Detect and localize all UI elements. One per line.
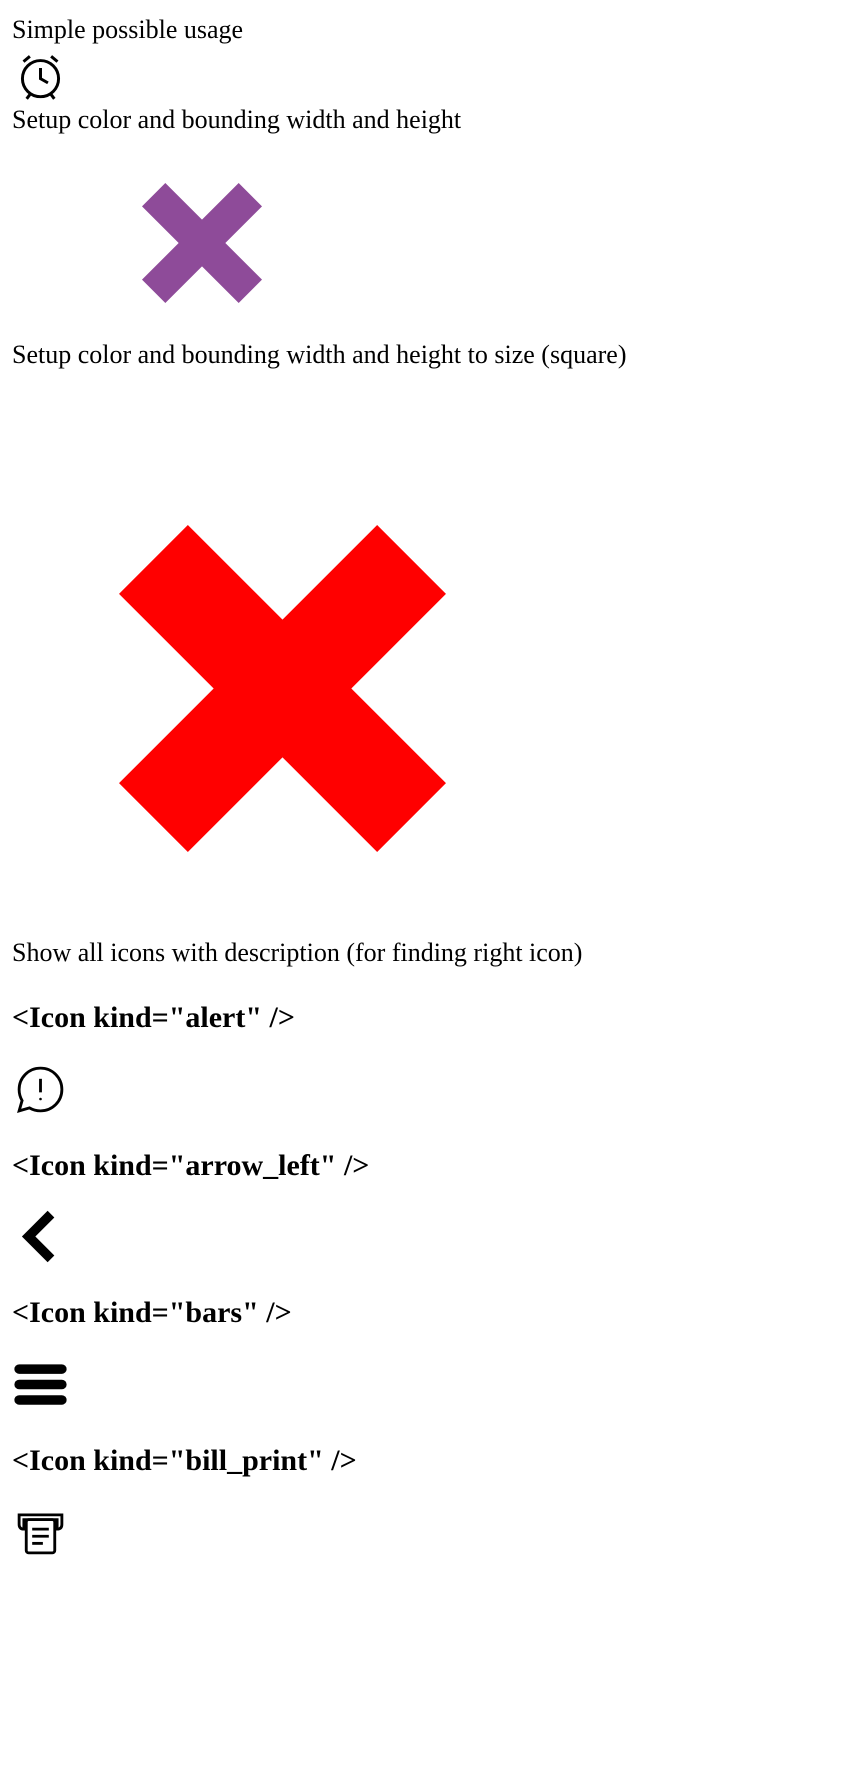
icon-heading-bill-print: <Icon kind="bill_print" />	[12, 1441, 836, 1482]
alarm-icon	[12, 51, 836, 102]
bill-print-icon	[12, 1503, 836, 1560]
close-icon	[122, 163, 836, 323]
caption-show-all: Show all icons with description (for fin…	[12, 935, 836, 970]
bars-icon	[12, 1356, 836, 1413]
icon-heading-alert: <Icon kind="alert" />	[12, 998, 836, 1039]
icon-heading-arrow-left: <Icon kind="arrow_left" />	[12, 1146, 836, 1187]
caption-color-width-height: Setup color and bounding width and heigh…	[12, 102, 836, 137]
close-icon	[76, 482, 836, 895]
caption-simple-usage: Simple possible usage	[12, 12, 836, 47]
alert-icon	[12, 1061, 836, 1118]
arrow-left-icon	[12, 1208, 836, 1265]
icon-heading-bars: <Icon kind="bars" />	[12, 1293, 836, 1334]
caption-color-size-square: Setup color and bounding width and heigh…	[12, 337, 836, 372]
